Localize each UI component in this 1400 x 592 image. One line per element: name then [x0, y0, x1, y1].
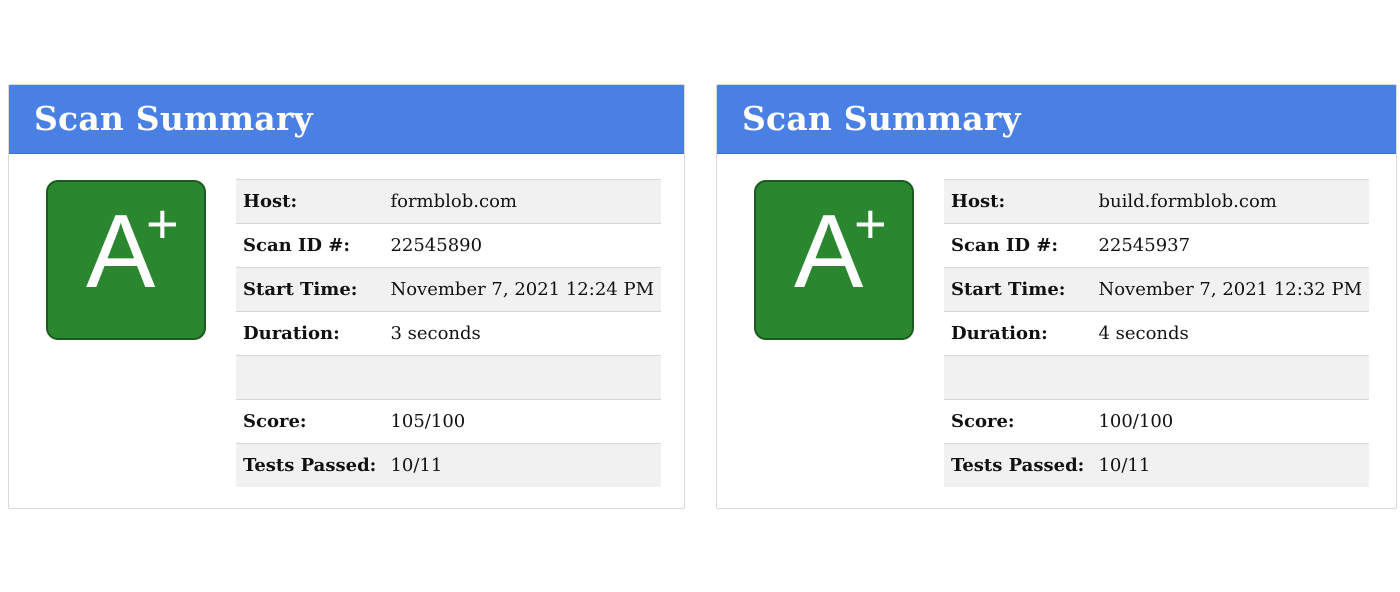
duration-value: 4 seconds [1091, 311, 1369, 356]
table-row-scan-id: Scan ID #: 22545890 [236, 223, 661, 268]
table-row-tests-passed: Tests Passed: 10/11 [236, 443, 661, 487]
score-value: 105/100 [383, 399, 661, 444]
grade-badge: A + [46, 180, 206, 340]
table-row-duration: Duration: 4 seconds [944, 311, 1369, 356]
host-value: build.formblob.com [1091, 179, 1369, 224]
scan-summary-panel-2: Scan Summary A + Host: build.formblob.co… [716, 84, 1397, 509]
grade-badge: A + [754, 180, 914, 340]
tests-passed-value: 10/11 [1091, 443, 1369, 487]
table-row-duration: Duration: 3 seconds [236, 311, 661, 356]
empty-value [1091, 355, 1369, 400]
table-row-scan-id: Scan ID #: 22545937 [944, 223, 1369, 268]
row-label: Scan ID #: [236, 223, 384, 268]
table-row-start-time: Start Time: November 7, 2021 12:24 PM [236, 267, 661, 312]
row-label: Host: [944, 179, 1092, 224]
scan-info-table: Host: build.formblob.com Scan ID #: 2254… [944, 179, 1369, 487]
grade-modifier: + [146, 192, 179, 255]
grade-modifier: + [854, 192, 887, 255]
panel-header: Scan Summary [717, 85, 1396, 154]
start-time-value: November 7, 2021 12:24 PM [383, 267, 661, 312]
row-label: Scan ID #: [944, 223, 1092, 268]
row-label [236, 355, 384, 400]
duration-value: 3 seconds [383, 311, 661, 356]
start-time-value: November 7, 2021 12:32 PM [1091, 267, 1369, 312]
scan-id-value: 22545890 [383, 223, 661, 268]
row-label: Tests Passed: [944, 443, 1092, 487]
table-row-start-time: Start Time: November 7, 2021 12:32 PM [944, 267, 1369, 312]
scan-summary-panel-1: Scan Summary A + Host: formblob.com Scan… [8, 84, 685, 509]
grade-letter: A [794, 194, 864, 310]
row-label: Start Time: [944, 267, 1092, 312]
row-label: Tests Passed: [236, 443, 384, 487]
scan-info-table: Host: formblob.com Scan ID #: 22545890 S… [236, 179, 661, 487]
grade-letter: A [86, 194, 156, 310]
table-row-empty [236, 355, 661, 400]
panel-header: Scan Summary [9, 85, 684, 154]
panel-title: Scan Summary [34, 98, 313, 138]
row-label: Score: [236, 399, 384, 444]
row-label: Host: [236, 179, 384, 224]
table-row-host: Host: formblob.com [236, 179, 661, 224]
row-label [944, 355, 1092, 400]
empty-value [383, 355, 661, 400]
panel-title: Scan Summary [742, 98, 1021, 138]
table-row-tests-passed: Tests Passed: 10/11 [944, 443, 1369, 487]
row-label: Duration: [944, 311, 1092, 356]
table-row-score: Score: 100/100 [944, 399, 1369, 444]
row-label: Score: [944, 399, 1092, 444]
scan-id-value: 22545937 [1091, 223, 1369, 268]
host-value: formblob.com [383, 179, 661, 224]
row-label: Duration: [236, 311, 384, 356]
table-row-score: Score: 105/100 [236, 399, 661, 444]
row-label: Start Time: [236, 267, 384, 312]
tests-passed-value: 10/11 [383, 443, 661, 487]
table-row-host: Host: build.formblob.com [944, 179, 1369, 224]
table-row-empty [944, 355, 1369, 400]
score-value: 100/100 [1091, 399, 1369, 444]
